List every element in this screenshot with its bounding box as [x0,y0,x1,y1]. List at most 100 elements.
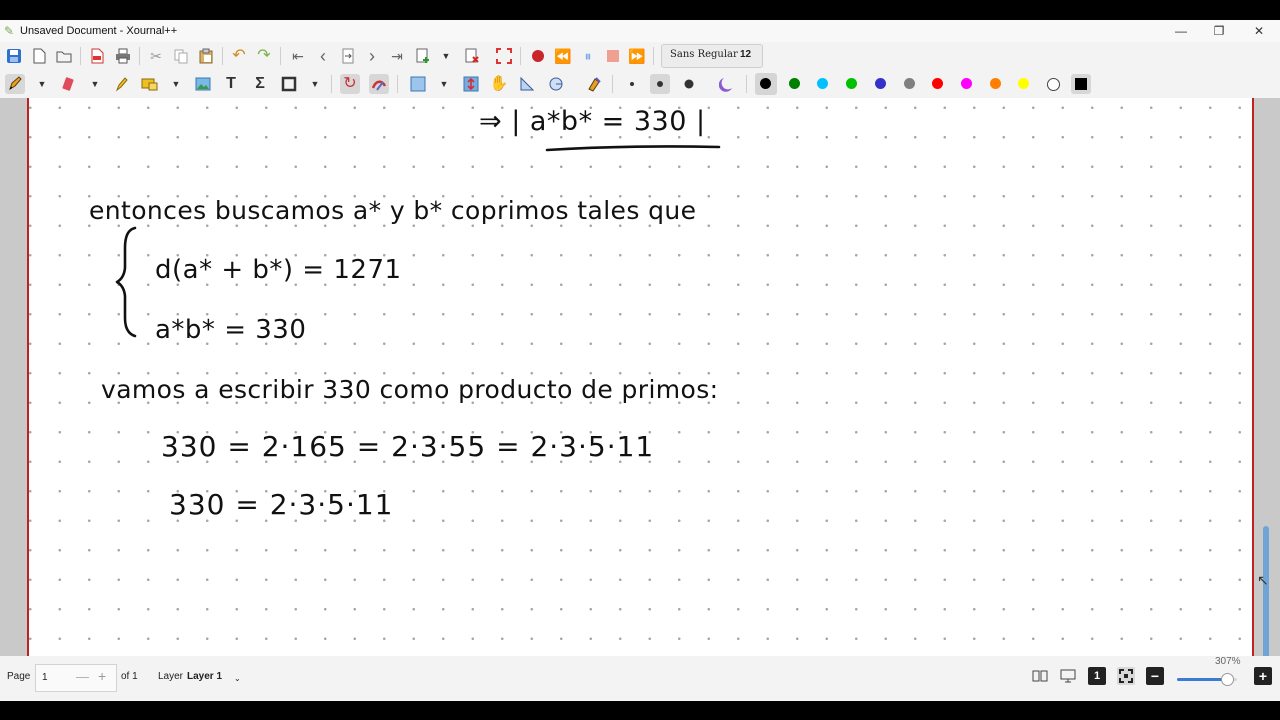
rewind-icon[interactable]: ⏪ [553,46,573,66]
export-pdf-icon[interactable] [87,46,107,66]
color-swatch[interactable] [1018,78,1030,89]
shape-dropdown-icon[interactable]: ▼ [305,74,325,94]
fullscreen-icon[interactable] [494,46,514,66]
page-total: of 1 [121,671,138,682]
new-page-icon[interactable] [413,46,433,66]
color-swatch[interactable] [788,78,800,89]
delete-page-icon[interactable] [462,46,482,66]
custom-color-icon[interactable] [1071,74,1091,94]
zoom-in-icon[interactable]: + [1254,667,1272,685]
factorization-result: 330 = 2·3·5·11 [169,488,394,521]
next-page-icon[interactable]: › [362,46,382,66]
color-swatch[interactable] [1047,78,1060,91]
color-swatch[interactable] [903,78,915,89]
color-swatch[interactable] [989,78,1001,89]
setsquare-icon[interactable] [517,74,537,94]
text-tool-icon[interactable]: T [221,74,241,94]
new-page-dropdown-icon[interactable]: ▼ [436,46,456,66]
close-window-button[interactable]: ✕ [1240,20,1278,42]
vertical-space-icon[interactable] [408,74,428,94]
font-selector[interactable]: Sans Regular 12 [661,44,763,68]
factorization-chain: 330 = 2·165 = 2·3·55 = 2·3·5·11 [161,430,655,463]
page-decrement-button[interactable]: — [76,669,89,684]
goto-page-icon[interactable] [338,46,358,66]
open-folder-icon[interactable] [54,46,74,66]
color-picker-icon[interactable] [717,74,737,94]
note-line-3: vamos a escribir 330 como producto de pr… [101,375,719,404]
xournal-app-icon: ✎ [4,24,15,38]
presentation-mode-icon[interactable] [1059,667,1077,685]
vertical-scrollbar[interactable] [1263,526,1269,656]
zoom-slider-handle[interactable] [1220,673,1234,686]
system-equation-2: a*b* = 330 [155,315,307,345]
ruler-snap-icon[interactable] [369,74,389,94]
zoom-level: 307% [1215,656,1241,667]
pause-icon[interactable]: ⏸ [578,46,598,66]
color-swatch[interactable] [846,78,858,89]
system-equation-1: d(a* + b*) = 1271 [155,255,402,285]
fill-tool-icon[interactable] [584,74,604,94]
font-name: Sans Regular [670,49,738,60]
cut-icon[interactable]: ✂ [146,46,166,66]
previous-page-icon[interactable]: ‹ [313,46,333,66]
first-page-icon[interactable]: ⇤ [288,46,308,66]
hand-tool-icon[interactable]: ✋ [489,74,509,94]
font-size: 12 [740,49,752,60]
zoom-out-icon[interactable]: − [1146,667,1164,685]
maximize-button[interactable]: ❐ [1200,20,1238,42]
stop-icon[interactable] [603,46,623,66]
compass-icon[interactable] [546,74,566,94]
color-swatch[interactable] [960,78,972,89]
tools-toolbar: ▼ ▼ ▼ T Σ ▼ ↻ ▼ ✋ [0,70,1280,98]
zoom-fit-icon[interactable] [1117,667,1135,685]
app-window: ✎ Unsaved Document - Xournal++ — ❐ ✕ ✂ ↶… [0,20,1280,701]
color-swatch[interactable] [874,78,886,89]
minimize-button[interactable]: — [1162,20,1200,42]
eraser-dropdown-icon[interactable]: ▼ [85,74,105,94]
color-swatch[interactable] [932,78,944,89]
latex-tool-icon[interactable]: Σ [250,74,270,94]
pen-dropdown-icon[interactable]: ▼ [32,74,52,94]
dual-page-icon[interactable] [1031,667,1049,685]
eraser-tool-icon[interactable] [58,74,78,94]
thick-stroke-icon[interactable] [679,74,699,94]
color-swatch[interactable] [817,78,829,89]
main-toolbar: ✂ ↶ ↷ ⇤ ‹ › ⇥ ▼ ⏪ ⏸ ⏩ Sans Regular 12 [0,42,1280,70]
redo-icon[interactable]: ↷ [254,46,274,66]
fast-forward-icon[interactable]: ⏩ [627,46,647,66]
select-region-icon[interactable] [140,74,160,94]
pen-tool-icon[interactable] [5,74,25,94]
insert-space-icon[interactable] [461,74,481,94]
save-icon[interactable] [4,46,24,66]
medium-stroke-icon[interactable] [650,74,670,94]
new-document-icon[interactable] [29,46,49,66]
paste-icon[interactable] [196,46,216,66]
select-dropdown-icon[interactable]: ▼ [166,74,186,94]
page-spinner[interactable]: 1 — + [35,664,117,692]
undo-icon[interactable]: ↶ [229,46,249,66]
note-line-2: entonces buscamos a* y b* coprimos tales… [89,196,697,225]
document-canvas[interactable]: ⇒ | a*b* = 330 | entonces buscamos a* y … [0,98,1280,656]
mouse-pointer-icon: ↖ [1257,572,1269,588]
thin-stroke-icon[interactable] [622,74,642,94]
image-tool-icon[interactable] [193,74,213,94]
last-page-icon[interactable]: ⇥ [387,46,407,66]
zoom-slider-fill [1177,678,1227,681]
color-swatch[interactable] [760,78,771,89]
document-page[interactable]: ⇒ | a*b* = 330 | entonces buscamos a* y … [27,98,1254,656]
highlighter-tool-icon[interactable] [111,74,131,94]
shape-recognizer-icon[interactable]: ↻ [340,74,360,94]
page-increment-button[interactable]: + [98,668,106,684]
rectangle-dropdown-icon[interactable]: ▼ [434,74,454,94]
page-number-input[interactable]: 1 [42,672,48,683]
layer-label: Layer [158,671,184,682]
layer-selector[interactable]: Layer 1 [187,671,222,682]
window-title: Unsaved Document - Xournal++ [20,25,178,37]
shape-tool-icon[interactable] [279,74,299,94]
print-icon[interactable] [113,46,133,66]
copy-icon[interactable] [171,46,191,66]
zoom-100-icon[interactable]: 1 [1088,667,1106,685]
note-line-1: ⇒ | a*b* = 330 | [479,106,706,137]
record-icon[interactable] [528,46,548,66]
layer-dropdown-icon[interactable]: ⌄ [234,674,241,683]
